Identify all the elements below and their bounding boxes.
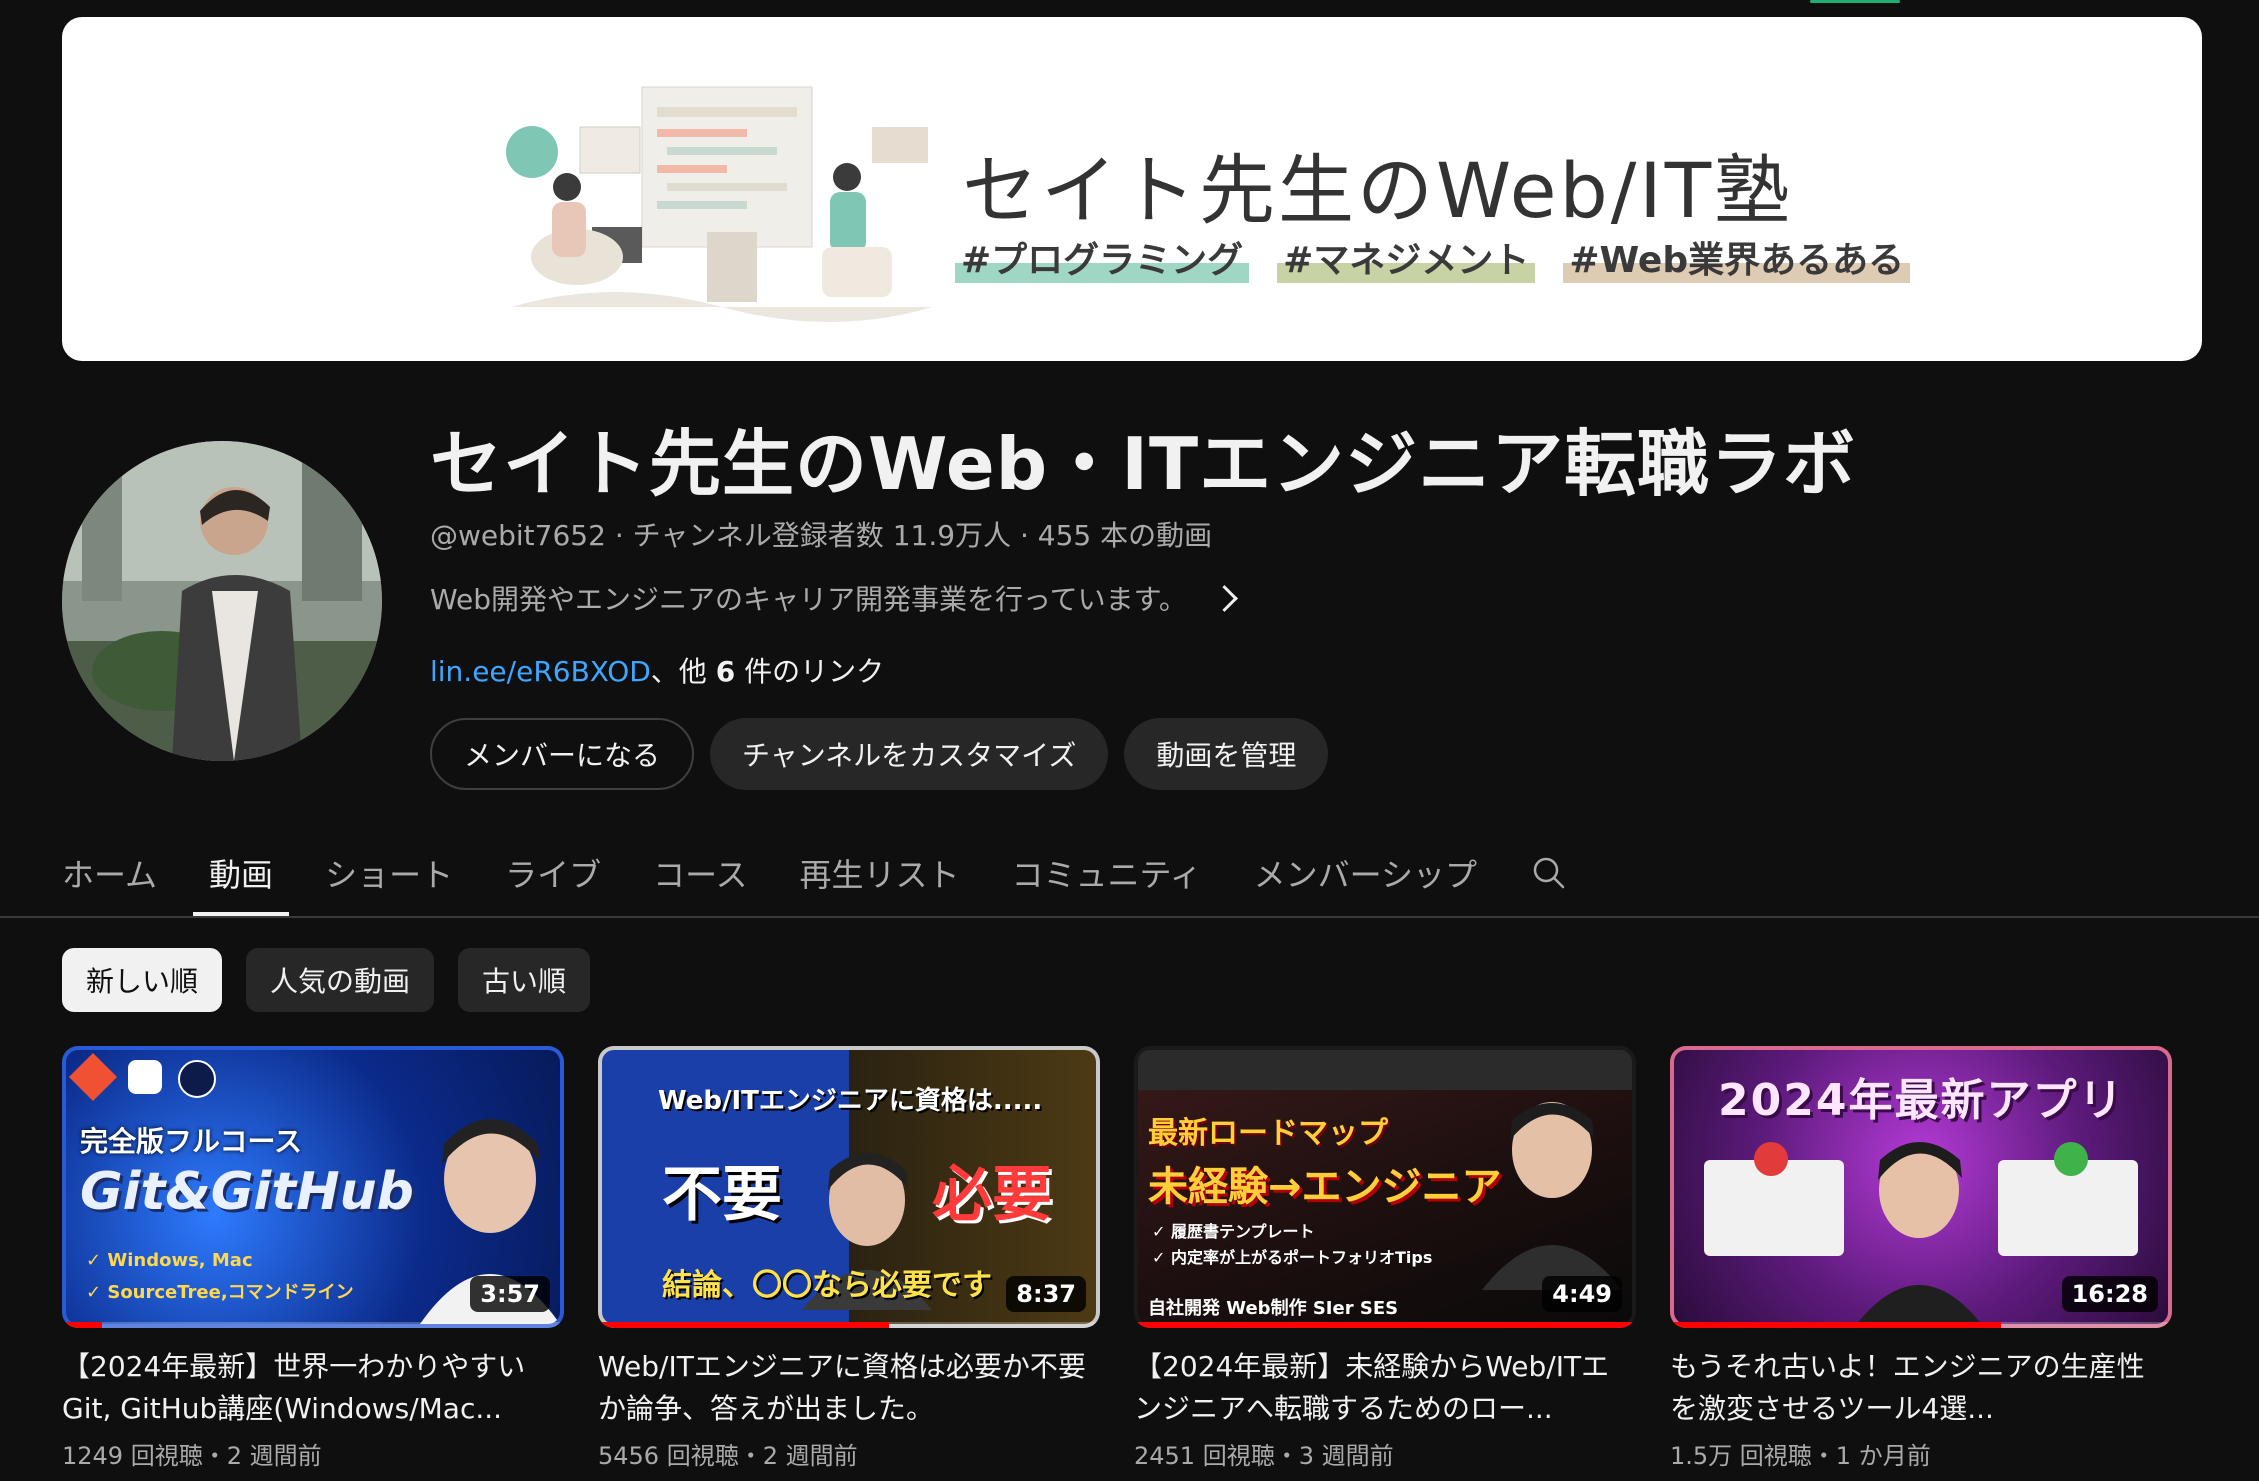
join-membership-button[interactable]: メンバーになる: [430, 718, 695, 790]
thumbs-down-icon: [1754, 1142, 1788, 1176]
video-thumbnail[interactable]: 最新ロードマップ 未経験→エンジニア ✓ 履歴書テンプレート ✓ 内定率が上がる…: [1134, 1046, 1636, 1328]
tab-home[interactable]: ホーム: [62, 830, 183, 916]
links-suffix-pre: 、他: [650, 655, 716, 688]
video-card[interactable]: Web/ITエンジニアに資格は..... 不要 必要 結論、〇〇なら必要です 8…: [598, 1046, 1100, 1471]
channel-search-button[interactable]: [1503, 830, 1595, 916]
meta-separator: ·: [614, 519, 633, 552]
manage-videos-button[interactable]: 動画を管理: [1124, 718, 1329, 790]
video-duration: 8:37: [1006, 1276, 1086, 1312]
channel-description[interactable]: Web開発やエンジニアのキャリア開発事業を行っています。: [430, 578, 1238, 618]
channel-avatar[interactable]: [62, 441, 382, 761]
links-suffix-post: 件のリンク: [735, 655, 885, 688]
thumbs-up-icon: [2054, 1142, 2088, 1176]
presenter-image: [1482, 1102, 1622, 1290]
tab-videos[interactable]: 動画: [193, 830, 290, 916]
banner-tag: #Web業界あるある: [1563, 239, 1911, 283]
channel-handle: @webit7652: [430, 519, 606, 552]
tab-live[interactable]: ライブ: [479, 830, 627, 916]
video-thumbnail[interactable]: 完全版フルコース Git&GitHub ✓ Windows, Mac ✓ Sou…: [62, 1046, 564, 1328]
banner-tags: #プログラミング #マネジメント #Web業界あるある: [955, 239, 1911, 283]
video-title[interactable]: 【2024年最新】未経験からWeb/ITエンジニアへ転職するためのロー...: [1134, 1346, 1636, 1430]
banner-illustration: [506, 86, 932, 322]
subscriber-count: チャンネル登録者数 11.9万人: [632, 519, 1012, 552]
channel-meta: @webit7652 · チャンネル登録者数 11.9万人 · 455 本の動画: [430, 514, 1212, 554]
video-duration: 3:57: [470, 1276, 550, 1312]
video-thumbnail[interactable]: Web/ITエンジニアに資格は..... 不要 必要 結論、〇〇なら必要です 8…: [598, 1046, 1100, 1328]
video-card[interactable]: 最新ロードマップ 未経験→エンジニア ✓ 履歴書テンプレート ✓ 内定率が上がる…: [1134, 1046, 1636, 1471]
video-meta: 1.5万 回視聴・1 か月前: [1670, 1442, 1931, 1470]
video-duration: 4:49: [1542, 1276, 1622, 1312]
video-card[interactable]: 2024年最新アプリ 16:28 もうそれ古いよ！エンジニアの生産性を激変させる…: [1670, 1046, 2172, 1471]
thumbnail-text: Web/ITエンジニアに資格は.....: [658, 1086, 1043, 1116]
filter-newest[interactable]: 新しい順: [62, 948, 223, 1012]
video-meta: 5456 回視聴・2 週間前: [598, 1442, 858, 1470]
video-meta: 2451 回視聴・3 週間前: [1134, 1442, 1394, 1470]
git-logo-icon: [68, 1052, 118, 1102]
video-title[interactable]: もうそれ古いよ！エンジニアの生産性を激変させるツール4選...: [1670, 1346, 2172, 1430]
thumbnail-text: 自社開発 Web制作 SIer SES: [1148, 1298, 1399, 1319]
thumbnail-text: 最新ロードマップ: [1148, 1116, 1388, 1151]
filter-oldest[interactable]: 古い順: [458, 948, 591, 1012]
thumbnail-text: Git&GitHub: [80, 1162, 414, 1222]
video-count: 455 本の動画: [1037, 519, 1213, 552]
video-meta: 1249 回視聴・2 週間前: [62, 1442, 322, 1470]
thumbnail-text: ✓ 履歴書テンプレート: [1152, 1222, 1315, 1241]
github-logo-icon: [178, 1060, 216, 1098]
video-duration: 16:28: [2061, 1276, 2158, 1312]
channel-actions: メンバーになる チャンネルをカスタマイズ 動画を管理: [430, 718, 1329, 790]
channel-tabs: ホーム 動画 ショート ライブ コース 再生リスト コミュニティ メンバーシップ: [62, 830, 1595, 916]
thumbnail-text: ✓ Windows, Mac: [86, 1250, 253, 1271]
thumbnail-text: ✓ 内定率が上がるポートフォリオTips: [1152, 1248, 1433, 1267]
channel-links: lin.ee/eR6BXOD、他 6 件のリンク: [430, 650, 884, 690]
video-thumbnail[interactable]: 2024年最新アプリ 16:28: [1670, 1046, 2172, 1328]
thumbnail-text: 未経験→エンジニア: [1148, 1164, 1502, 1210]
customize-channel-button[interactable]: チャンネルをカスタマイズ: [710, 718, 1109, 790]
tab-shorts[interactable]: ショート: [299, 830, 479, 916]
links-count[interactable]: 6: [716, 655, 735, 688]
presenter-image: [1856, 1142, 1982, 1324]
video-title[interactable]: Web/ITエンジニアに資格は必要か不要か論争、答えが出ました。: [598, 1346, 1100, 1430]
thumbnail-text: 2024年最新アプリ: [1718, 1075, 2125, 1126]
channel-link[interactable]: lin.ee/eR6BXOD: [430, 655, 651, 688]
watch-progress: [1670, 1322, 2002, 1328]
thumbnail-text: 不要: [662, 1160, 782, 1230]
filter-popular[interactable]: 人気の動画: [246, 948, 435, 1012]
tab-community[interactable]: コミュニティ: [986, 830, 1228, 916]
watch-progress: [1134, 1322, 1636, 1328]
avatar-photo: [62, 441, 382, 761]
watch-progress: [62, 1322, 103, 1328]
chevron-right-icon[interactable]: [1210, 584, 1238, 612]
channel-name: セイト先生のWeb・ITエンジニア転職ラボ: [430, 422, 1857, 506]
video-card[interactable]: 完全版フルコース Git&GitHub ✓ Windows, Mac ✓ Sou…: [62, 1046, 564, 1471]
meta-separator: ·: [1019, 519, 1038, 552]
tabs-divider: [0, 916, 2259, 918]
tab-courses[interactable]: コース: [627, 830, 773, 916]
tech-logos-strip: [1138, 1050, 1632, 1090]
thumbnail-text: ✓ SourceTree,コマンドライン: [86, 1282, 354, 1303]
watch-progress-track: [62, 1322, 564, 1328]
watch-progress: [598, 1322, 890, 1328]
top-strip: [0, 0, 2259, 16]
sourcetree-logo-icon: [128, 1060, 162, 1094]
banner-tag: #マネジメント: [1277, 239, 1536, 283]
top-indicator: [1810, 0, 1900, 3]
tab-membership[interactable]: メンバーシップ: [1228, 830, 1503, 916]
banner-title: セイト先生のWeb/IT塾: [962, 146, 1794, 235]
search-icon: [1533, 857, 1565, 889]
thumbnail-text: 必要: [932, 1160, 1052, 1230]
tab-playlists[interactable]: 再生リスト: [774, 830, 986, 916]
video-grid: 完全版フルコース Git&GitHub ✓ Windows, Mac ✓ Sou…: [62, 1046, 2172, 1471]
thumbnail-text: 結論、〇〇なら必要です: [662, 1268, 992, 1303]
description-text: Web開発やエンジニアのキャリア開発事業を行っています。: [430, 583, 1187, 616]
sort-filters: 新しい順 人気の動画 古い順: [62, 948, 591, 1012]
video-title[interactable]: 【2024年最新】世界一わかりやすいGit, GitHub講座(Windows/…: [62, 1346, 564, 1430]
thumbnail-text: 完全版フルコース: [80, 1125, 303, 1158]
channel-banner: セイト先生のWeb/IT塾 #プログラミング #マネジメント #Web業界あるあ…: [62, 17, 2202, 361]
banner-tag: #プログラミング: [955, 239, 1250, 283]
